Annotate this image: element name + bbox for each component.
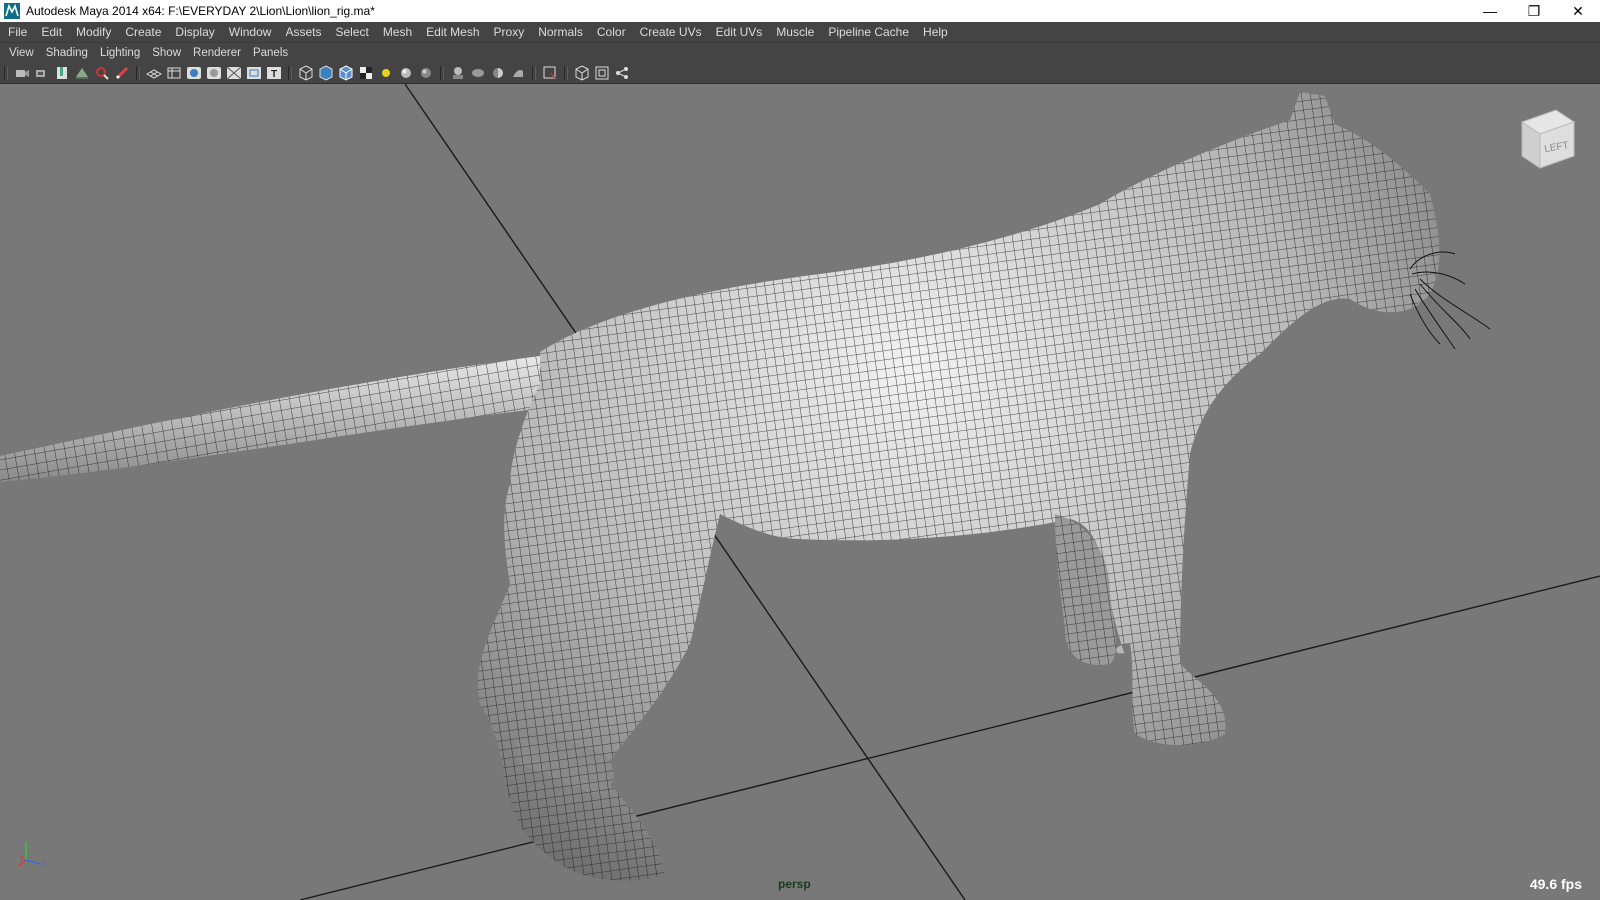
menu-color[interactable]: Color bbox=[590, 22, 633, 42]
toolbar-separator bbox=[136, 66, 140, 80]
isolate-select-icon[interactable] bbox=[510, 65, 526, 81]
image-plane-icon[interactable] bbox=[74, 65, 90, 81]
svg-text:T: T bbox=[271, 69, 277, 80]
menu-file[interactable]: File bbox=[0, 22, 34, 42]
grease-pencil-icon[interactable] bbox=[114, 65, 130, 81]
restore-icon: ❐ bbox=[1527, 2, 1541, 19]
toolbar-separator bbox=[440, 66, 444, 80]
multisample-aa-icon[interactable] bbox=[470, 65, 486, 81]
xray-joints-icon[interactable] bbox=[574, 65, 590, 81]
svg-text:x: x bbox=[20, 853, 24, 862]
menu-proxy[interactable]: Proxy bbox=[487, 22, 532, 42]
bookmarks-icon[interactable] bbox=[54, 65, 70, 81]
menu-normals[interactable]: Normals bbox=[531, 22, 590, 42]
toolbar-separator bbox=[564, 66, 568, 80]
menu-create-uvs[interactable]: Create UVs bbox=[633, 22, 709, 42]
panel-menu-shading[interactable]: Shading bbox=[40, 43, 94, 63]
window-controls: — ❐ ✕ bbox=[1468, 0, 1600, 22]
svg-text:z: z bbox=[41, 859, 45, 868]
restore-button[interactable]: ❐ bbox=[1512, 0, 1556, 22]
safe-title-icon[interactable]: T bbox=[266, 65, 282, 81]
wireframe-icon[interactable] bbox=[298, 65, 314, 81]
view-cube[interactable]: LEFT bbox=[1512, 102, 1582, 172]
minimize-icon: — bbox=[1483, 3, 1497, 19]
menu-display[interactable]: Display bbox=[168, 22, 221, 42]
title-bar: Autodesk Maya 2014 x64: F:\EVERYDAY 2\Li… bbox=[0, 0, 1600, 22]
grid-icon[interactable] bbox=[146, 65, 162, 81]
wireframe-on-shaded-icon[interactable] bbox=[338, 65, 354, 81]
menu-assets[interactable]: Assets bbox=[278, 22, 328, 42]
xray-components-icon[interactable] bbox=[594, 65, 610, 81]
menu-pipeline-cache[interactable]: Pipeline Cache bbox=[821, 22, 916, 42]
viewport-scene bbox=[0, 84, 1600, 900]
panel-toolbar: T bbox=[0, 63, 1600, 84]
lion-tail-mesh bbox=[0, 356, 560, 482]
screen-space-ao-icon[interactable] bbox=[418, 65, 434, 81]
textured-icon[interactable] bbox=[358, 65, 374, 81]
minimize-button[interactable]: — bbox=[1468, 0, 1512, 22]
fps-counter: 49.6 fps bbox=[1529, 876, 1582, 892]
menu-muscle[interactable]: Muscle bbox=[769, 22, 821, 42]
xray-icon[interactable] bbox=[542, 65, 558, 81]
resolution-gate-icon[interactable] bbox=[186, 65, 202, 81]
lion-body-mesh bbox=[477, 92, 1440, 881]
safe-action-icon[interactable] bbox=[246, 65, 262, 81]
camera-name-label: persp bbox=[778, 877, 811, 891]
depth-of-field-icon[interactable] bbox=[490, 65, 506, 81]
two-d-pan-zoom-icon[interactable] bbox=[94, 65, 110, 81]
toolbar-separator bbox=[288, 66, 292, 80]
gate-mask-icon[interactable] bbox=[206, 65, 222, 81]
menu-modify[interactable]: Modify bbox=[69, 22, 118, 42]
panel-menu-panels[interactable]: Panels bbox=[247, 43, 294, 63]
panel-menu-lighting[interactable]: Lighting bbox=[94, 43, 146, 63]
main-menu-bar: File Edit Modify Create Display Window A… bbox=[0, 22, 1600, 43]
maya-app-icon bbox=[4, 3, 20, 19]
panel-menu-bar: View Shading Lighting Show Renderer Pane… bbox=[0, 43, 1600, 63]
axis-gizmo: x z bbox=[17, 842, 45, 868]
close-button[interactable]: ✕ bbox=[1556, 0, 1600, 22]
menu-help[interactable]: Help bbox=[916, 22, 955, 42]
window-title: Autodesk Maya 2014 x64: F:\EVERYDAY 2\Li… bbox=[26, 4, 375, 18]
panel-menu-view[interactable]: View bbox=[0, 43, 40, 63]
smooth-shade-icon[interactable] bbox=[318, 65, 334, 81]
menu-window[interactable]: Window bbox=[222, 22, 279, 42]
use-lights-icon[interactable] bbox=[378, 65, 394, 81]
perspective-viewport[interactable]: LEFT x z persp 49.6 fps bbox=[0, 84, 1600, 900]
shadows-icon[interactable] bbox=[398, 65, 414, 81]
motion-blur-icon[interactable] bbox=[450, 65, 466, 81]
camera-attributes-icon[interactable] bbox=[34, 65, 50, 81]
menu-edit-uvs[interactable]: Edit UVs bbox=[709, 22, 770, 42]
panel-menu-renderer[interactable]: Renderer bbox=[187, 43, 247, 63]
close-icon: ✕ bbox=[1572, 2, 1584, 19]
menu-create[interactable]: Create bbox=[118, 22, 168, 42]
toolbar-separator bbox=[532, 66, 536, 80]
field-chart-icon[interactable] bbox=[226, 65, 242, 81]
menu-select[interactable]: Select bbox=[328, 22, 375, 42]
menu-edit-mesh[interactable]: Edit Mesh bbox=[419, 22, 486, 42]
panel-menu-show[interactable]: Show bbox=[146, 43, 187, 63]
toolbar-separator bbox=[4, 66, 8, 80]
menu-mesh[interactable]: Mesh bbox=[376, 22, 419, 42]
film-gate-icon[interactable] bbox=[166, 65, 182, 81]
share-icon[interactable] bbox=[614, 65, 630, 81]
menu-edit[interactable]: Edit bbox=[34, 22, 69, 42]
select-camera-icon[interactable] bbox=[14, 65, 30, 81]
